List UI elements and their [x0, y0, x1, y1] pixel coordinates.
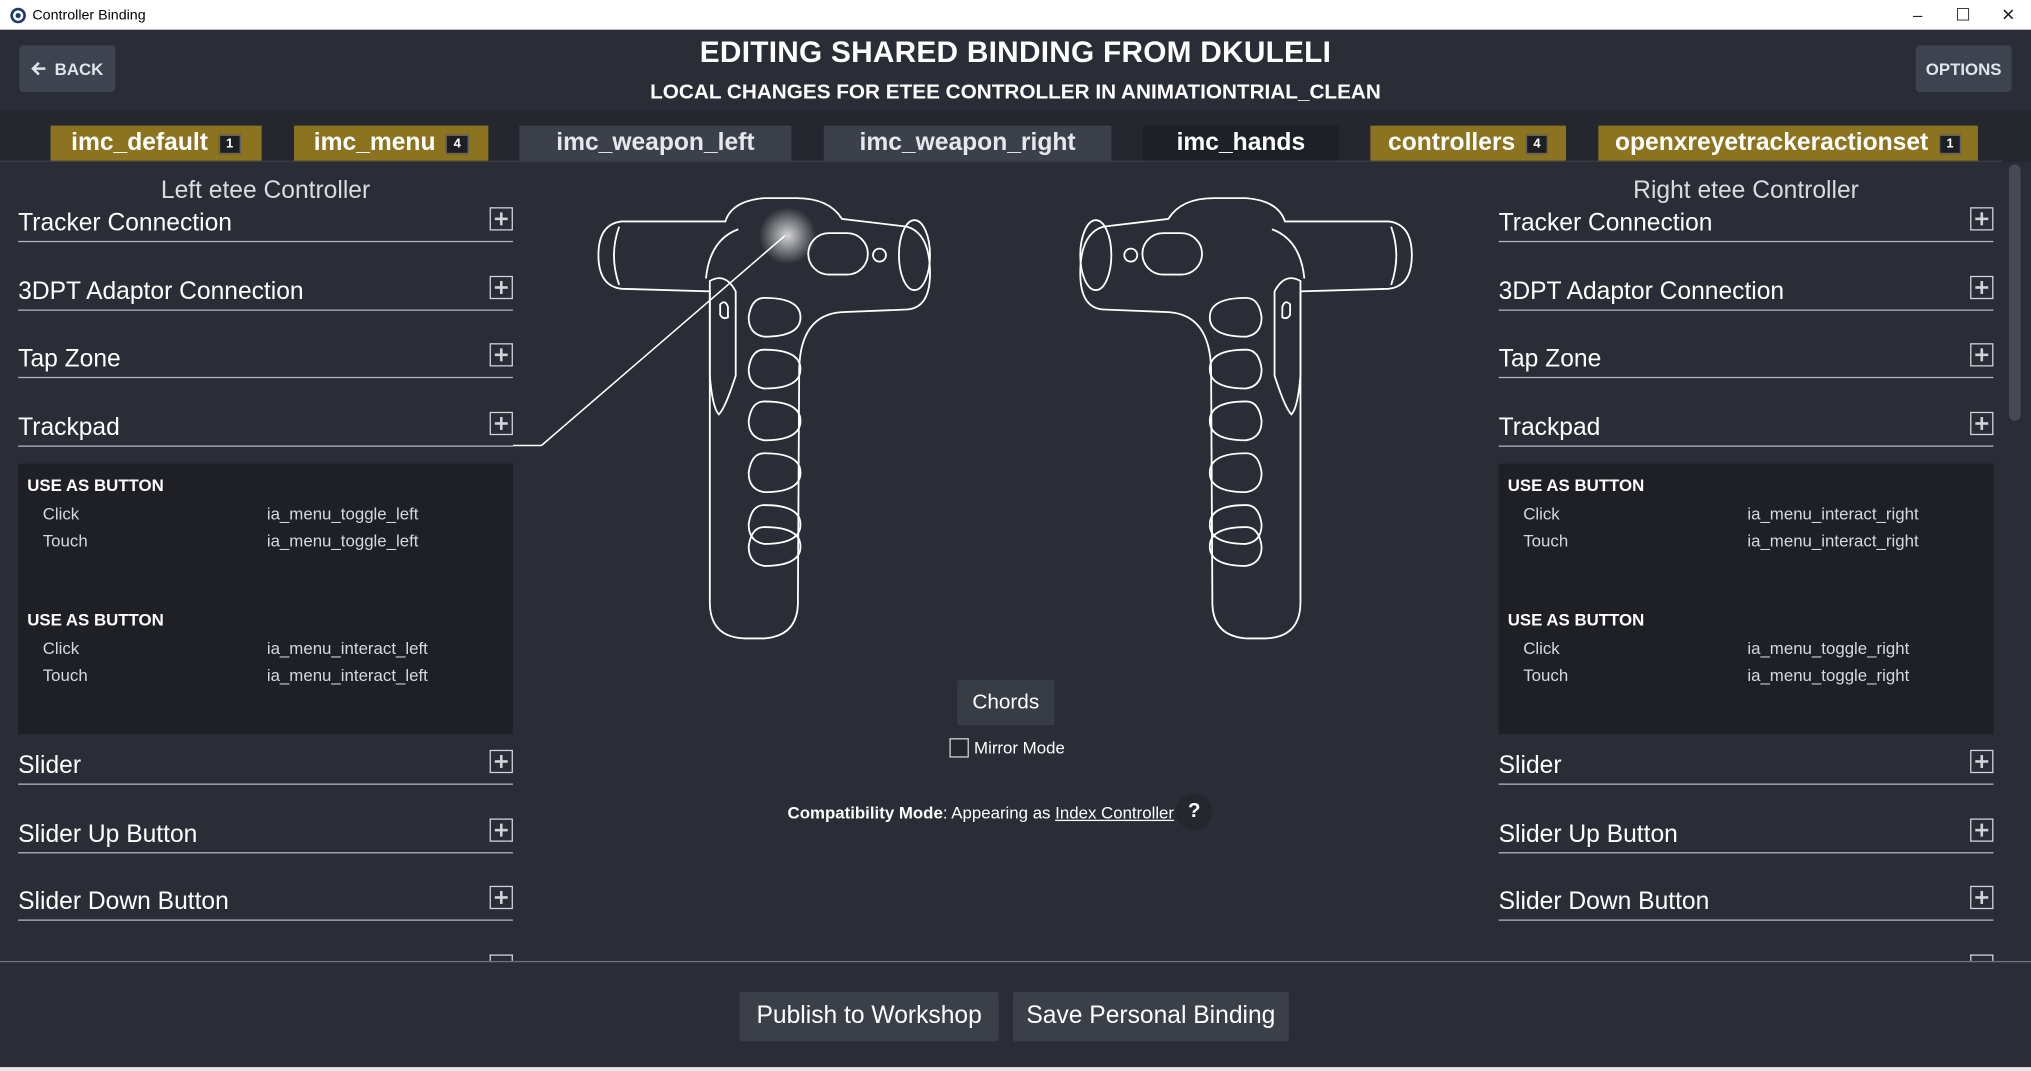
tab-imc-weapon-right[interactable]: imc_weapon_right	[823, 125, 1112, 162]
tab-label: imc_default	[71, 129, 208, 157]
window-title: Controller Binding	[32, 7, 146, 23]
expand-plus-icon[interactable]	[489, 818, 513, 842]
right-controller-icon	[1079, 197, 1413, 640]
tab-openxreyetrackeractionset[interactable]: openxreyetrackeractionset 1	[1598, 125, 1978, 162]
taskbar-edge	[0, 1067, 2031, 1071]
trackpad-leader-line	[540, 235, 786, 447]
expand-plus-icon[interactable]	[1970, 749, 1994, 774]
scrollbar-thumb[interactable]	[2008, 164, 2021, 421]
section-slider-up-button[interactable]: Slider Up Button	[1498, 815, 1994, 854]
header: BACK EDITING SHARED BINDING FROM DKULELI…	[0, 29, 2031, 111]
window-titlebar: Controller Binding – ☐ ✕	[0, 0, 2031, 30]
tab-label: openxreyetrackeractionset	[1614, 129, 1929, 157]
controller-illustration	[512, 197, 1413, 640]
chords-button[interactable]: Chords	[957, 679, 1055, 726]
compatibility-mode-text: Compatibility Mode : Appearing as Index …	[788, 803, 1175, 822]
compat-text: : Appearing as	[942, 802, 1056, 823]
section-label: Slider Up Button	[1498, 821, 1678, 849]
section-slider-up-button[interactable]: Slider Up Button	[18, 815, 513, 854]
minimize-button[interactable]: –	[1895, 0, 1940, 30]
steamvr-icon	[10, 7, 26, 23]
section-label: Slider Down Button	[1498, 888, 1710, 916]
scrollbar[interactable]	[2002, 161, 2031, 961]
section-label: Slider	[18, 752, 82, 780]
tab-count-badge: 1	[1938, 134, 1962, 154]
trackpad-highlight	[759, 207, 817, 265]
tab-imc-weapon-left[interactable]: imc_weapon_left	[519, 125, 792, 162]
section-label: Slider Down Button	[18, 888, 229, 916]
tab-imc-menu[interactable]: imc_menu 4	[294, 125, 489, 162]
tab-label: imc_weapon_left	[556, 129, 755, 157]
maximize-button[interactable]: ☐	[1940, 0, 1985, 30]
tab-controllers[interactable]: controllers 4	[1370, 125, 1566, 162]
tab-label: imc_weapon_right	[859, 129, 1076, 157]
section-slider-down-button[interactable]: Slider Down Button	[18, 882, 513, 921]
footer-divider	[0, 960, 2031, 963]
tab-imc-default[interactable]: imc_default 1	[50, 125, 262, 162]
section-label: Slider Up Button	[18, 821, 198, 849]
tab-count-badge: 1	[218, 134, 242, 154]
save-personal-binding-button[interactable]: Save Personal Binding	[1012, 992, 1289, 1042]
action-set-tabs: imc_default 1 imc_menu 4 imc_weapon_left…	[0, 110, 2031, 162]
index-controller-link[interactable]: Index Controller	[1055, 803, 1174, 822]
tab-count-badge: 4	[445, 134, 469, 154]
compat-label: Compatibility Mode	[787, 802, 943, 823]
left-controller-icon	[597, 197, 931, 640]
mirror-mode-toggle[interactable]: Mirror Mode	[949, 738, 1065, 758]
expand-plus-icon[interactable]	[1970, 885, 1994, 910]
mirror-mode-checkbox[interactable]	[949, 738, 969, 758]
close-button[interactable]: ✕	[1986, 0, 2031, 30]
section-label: Slider	[1498, 752, 1562, 780]
help-button[interactable]: ?	[1176, 793, 1213, 831]
page-title: EDITING SHARED BINDING FROM DKULELI	[699, 34, 1332, 69]
tab-count-badge: 4	[1525, 134, 1549, 154]
app-root: Controller Binding – ☐ ✕ BACK EDITING SH…	[0, 0, 2031, 1071]
tab-label: controllers	[1388, 129, 1516, 157]
section-slider-down-button[interactable]: Slider Down Button	[1498, 882, 1994, 921]
options-button[interactable]: OPTIONS	[1915, 45, 2012, 92]
expand-plus-icon[interactable]	[1970, 818, 1994, 842]
section-slider[interactable]: Slider	[18, 746, 513, 785]
tab-label: imc_menu	[313, 129, 436, 157]
publish-to-workshop-button[interactable]: Publish to Workshop	[739, 992, 999, 1042]
tab-label: imc_hands	[1176, 129, 1306, 157]
mirror-mode-label: Mirror Mode	[974, 738, 1065, 758]
expand-plus-icon[interactable]	[489, 885, 513, 910]
section-slider[interactable]: Slider	[1498, 746, 1994, 785]
tab-imc-hands[interactable]: imc_hands	[1142, 125, 1340, 162]
page-subtitle: LOCAL CHANGES FOR ETEE CONTROLLER IN ANI…	[650, 81, 1381, 104]
expand-plus-icon[interactable]	[489, 749, 513, 774]
